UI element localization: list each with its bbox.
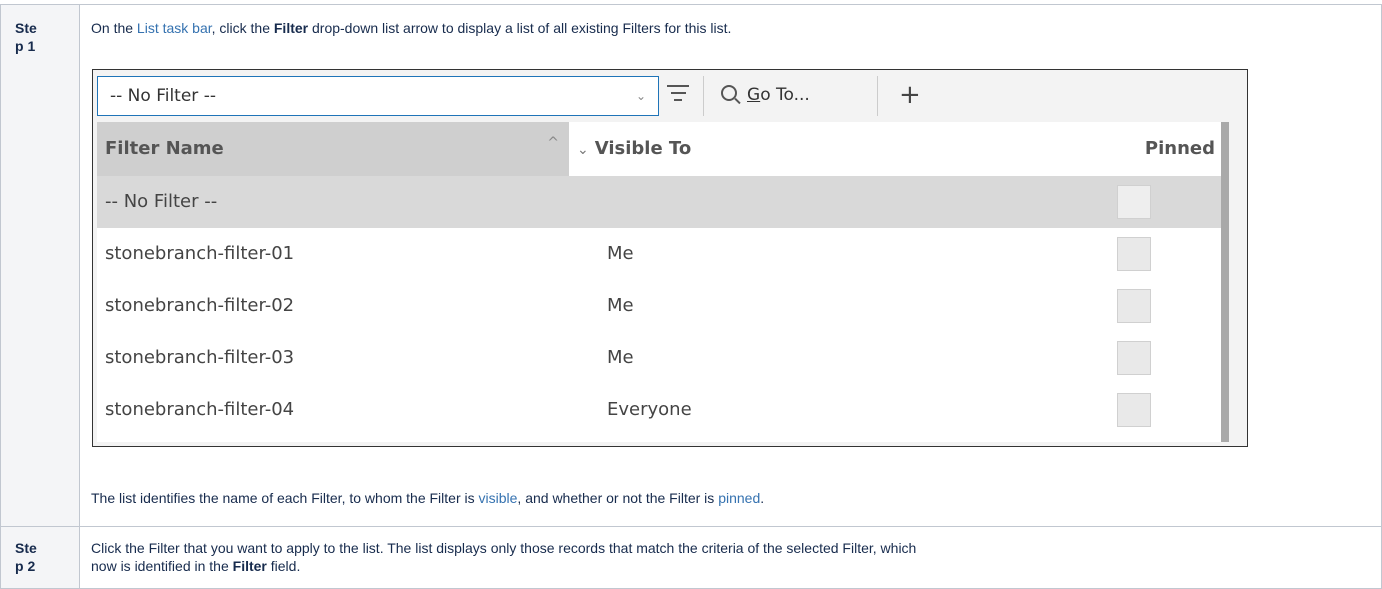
step-2-label-line1: Ste: [15, 540, 37, 556]
outro-text-3: .: [760, 490, 765, 506]
add-icon[interactable]: +: [899, 76, 921, 114]
step-2-row: Ste p 2 Click the Filter that you want t…: [0, 526, 1382, 589]
search-icon: [721, 85, 737, 101]
pinned-checkbox[interactable]: [1117, 237, 1151, 271]
filter-visible-to: Me: [607, 243, 634, 264]
step-2-label: Ste p 2: [0, 527, 80, 588]
chevron-down-icon: ⌄: [577, 142, 589, 158]
filter-list-row[interactable]: -- No Filter --: [97, 176, 1221, 228]
instruction-table: Ste p 1 On the List task bar, click the …: [0, 0, 1382, 589]
filter-list-row[interactable]: stonebranch-filter-02 Me: [97, 280, 1221, 332]
filter-list-header: Filter Name ^ ⌄ Visible To Pinned: [97, 122, 1221, 176]
step-1-label: Ste p 1: [0, 5, 80, 527]
step-2-text-before: now is identified in the: [91, 558, 233, 574]
filter-list-row[interactable]: stonebranch-filter-04 Everyone: [97, 384, 1221, 436]
pinned-checkbox[interactable]: [1117, 393, 1151, 427]
step-1-intro: On the List task bar, click the Filter d…: [91, 19, 731, 37]
step-2-text-line2: now is identified in the Filter field.: [91, 557, 300, 575]
step-2-content: Click the Filter that you want to apply …: [80, 527, 1382, 588]
filter-name: stonebranch-filter-01: [105, 243, 295, 264]
visible-link[interactable]: visible: [479, 490, 518, 506]
filter-list-row[interactable]: stonebranch-filter-03 Me: [97, 332, 1221, 384]
column-header-filter-name[interactable]: Filter Name ^: [97, 122, 569, 176]
toolbar-divider: [703, 76, 704, 116]
filter-visible-to: Me: [607, 295, 634, 316]
step-2-filter-bold: Filter: [232, 558, 267, 574]
column-header-visible-to[interactable]: ⌄ Visible To: [569, 122, 691, 176]
filter-list-row[interactable]: stonebranch-filter-01 Me: [97, 228, 1221, 280]
filter-select-value: -- No Filter --: [110, 86, 216, 106]
intro-text-after: drop-down list arrow to display a list o…: [308, 20, 732, 36]
column-header-filter-name-label: Filter Name: [105, 138, 224, 159]
step-1-content: On the List task bar, click the Filter d…: [80, 5, 1382, 527]
step-2-label-line2: p 2: [15, 558, 36, 574]
intro-text-before: On the: [91, 20, 137, 36]
sort-ascending-icon: ^: [547, 135, 559, 151]
filter-name: -- No Filter --: [105, 191, 218, 212]
filter-visible-to: Everyone: [607, 399, 692, 420]
filter-name: stonebranch-filter-02: [105, 295, 295, 316]
intro-text-middle: , click the: [211, 20, 274, 36]
step-2-text-after: field.: [266, 558, 301, 574]
filter-select[interactable]: -- No Filter -- ⌄: [97, 76, 659, 116]
filter-dropdown-screenshot: -- No Filter -- ⌄ Go To... + Filter Name: [92, 69, 1248, 447]
intro-filter-bold: Filter: [273, 20, 309, 36]
filter-visible-to: Me: [607, 347, 634, 368]
filter-list-dropdown: Filter Name ^ ⌄ Visible To Pinned -- No F…: [97, 122, 1229, 442]
goto-accesskey: G: [747, 85, 761, 105]
column-header-visible-to-label: Visible To: [594, 138, 692, 159]
outro-text-1: The list identifies the name of each Fil…: [91, 490, 479, 506]
filter-icon[interactable]: [667, 85, 689, 105]
step-2-text-line1: Click the Filter that you want to apply …: [91, 540, 917, 556]
pinned-checkbox[interactable]: [1117, 341, 1151, 375]
chevron-down-icon[interactable]: ⌄: [636, 77, 646, 115]
goto-button[interactable]: Go To...: [721, 80, 810, 110]
pinned-checkbox[interactable]: [1117, 185, 1151, 219]
pinned-link[interactable]: pinned: [718, 490, 760, 506]
list-task-bar-link[interactable]: List task bar: [137, 20, 212, 36]
column-header-pinned[interactable]: Pinned: [1145, 122, 1215, 176]
outro-text-2: , and whether or not the Filter is: [517, 490, 719, 506]
toolbar-divider: [877, 76, 878, 116]
filter-name: stonebranch-filter-03: [105, 347, 295, 368]
goto-label: o To...: [760, 85, 810, 105]
step-1-label-line2: p 1: [15, 38, 36, 54]
step-1-label-line1: Ste: [15, 20, 37, 36]
filter-name: stonebranch-filter-04: [105, 399, 295, 420]
step-1-outro: The list identifies the name of each Fil…: [91, 489, 764, 507]
pinned-checkbox[interactable]: [1117, 289, 1151, 323]
step-1-row: Ste p 1 On the List task bar, click the …: [0, 4, 1382, 527]
